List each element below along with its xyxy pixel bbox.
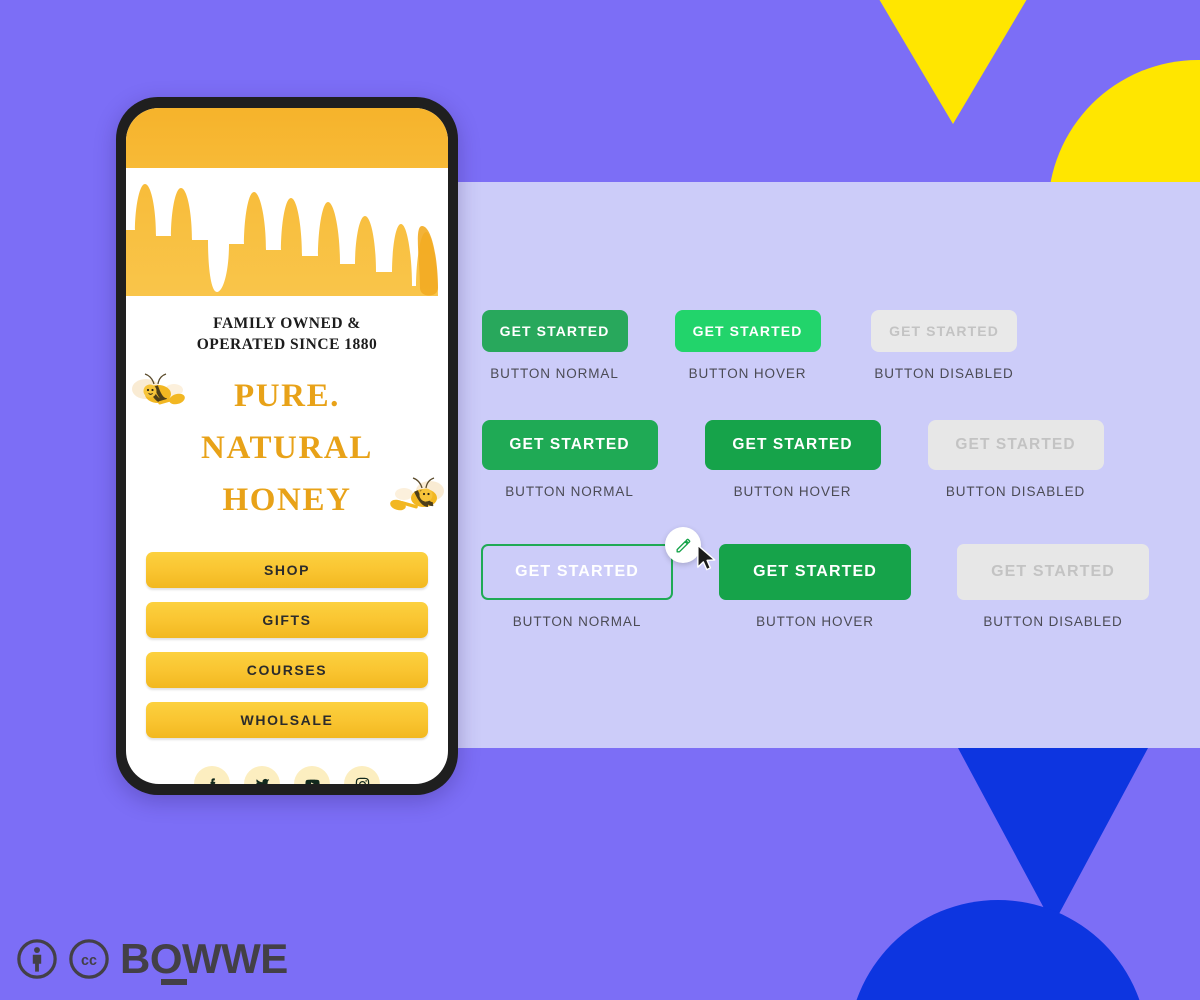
phone-tagline: FAMILY OWNED & OPERATED SINCE 1880 <box>126 314 448 356</box>
button-cell-normal: GET STARTED BUTTON NORMAL <box>458 544 696 629</box>
watermark-underline <box>161 979 187 985</box>
get-started-button-hover[interactable]: GET STARTED <box>719 544 911 600</box>
button-cell-hover: GET STARTED BUTTON HOVER <box>696 544 934 629</box>
button-cell-hover: GET STARTED BUTTON HOVER <box>651 310 844 381</box>
watermark-brand-text: BOWWE <box>120 935 288 982</box>
brand-line-2: NATURAL <box>201 429 373 466</box>
menu-item-courses[interactable]: COURSES <box>146 652 428 689</box>
tagline-line-1: FAMILY OWNED & <box>213 315 361 332</box>
get-started-button-normal[interactable]: GET STARTED <box>481 310 628 352</box>
get-started-button-hover[interactable]: GET STARTED <box>674 310 821 352</box>
button-caption-disabled: BUTTON DISABLED <box>945 484 1086 499</box>
bee-illustration-left <box>132 373 185 405</box>
facebook-link[interactable] <box>194 766 230 784</box>
get-started-button-hover[interactable]: GET STARTED <box>704 420 881 470</box>
instagram-link[interactable] <box>344 766 380 784</box>
youtube-icon <box>304 779 320 784</box>
phone-menu: SHOP GIFTS COURSES WHOLSALE <box>146 552 428 739</box>
creative-commons-icon: cc <box>69 939 109 979</box>
get-started-button-outlined[interactable]: GET STARTED <box>481 544 673 600</box>
button-caption-hover: BUTTON HOVER <box>756 614 874 629</box>
button-cell-normal: GET STARTED BUTTON NORMAL <box>458 310 651 381</box>
honey-drip-shape <box>126 168 448 298</box>
mouse-cursor-arrow <box>697 544 716 571</box>
menu-item-shop[interactable]: SHOP <box>146 552 428 589</box>
creative-commons-by-icon <box>17 939 57 979</box>
triangle-yellow-shape <box>876 0 1030 124</box>
instagram-icon <box>355 777 369 784</box>
menu-item-wholsale[interactable]: WHOLSALE <box>146 702 428 739</box>
button-caption-normal: BUTTON NORMAL <box>505 484 634 499</box>
button-cell-disabled: GET STARTED BUTTON DISABLED <box>904 420 1127 499</box>
menu-item-gifts[interactable]: GIFTS <box>146 602 428 639</box>
button-row-large: GET STARTED BUTTON NORMAL GET STARTED BU… <box>458 544 1200 629</box>
button-showcase: GET STARTED BUTTON NORMAL GET STARTED BU… <box>458 182 1200 748</box>
button-cell-disabled: GET STARTED BUTTON DISABLED <box>844 310 1044 381</box>
honey-drip-header <box>126 108 448 298</box>
brand-headline: PURE. NATURAL HONEY <box>126 370 448 526</box>
tagline-line-2: OPERATED SINCE 1880 <box>196 335 378 353</box>
get-started-button-normal[interactable]: GET STARTED <box>481 420 658 470</box>
get-started-button-disabled: GET STARTED <box>927 420 1104 470</box>
button-caption-disabled: BUTTON DISABLED <box>983 614 1123 629</box>
phone-screen: FAMILY OWNED & OPERATED SINCE 1880 PURE.… <box>126 108 448 784</box>
button-cell-disabled: GET STARTED BUTTON DISABLED <box>934 544 1172 629</box>
button-caption-normal: BUTTON NORMAL <box>490 366 619 381</box>
facebook-icon <box>210 778 215 784</box>
button-row-small: GET STARTED BUTTON NORMAL GET STARTED BU… <box>458 310 1200 381</box>
pencil-edit-icon <box>675 538 690 553</box>
button-row-medium: GET STARTED BUTTON NORMAL GET STARTED BU… <box>458 420 1200 499</box>
button-cell-hover: GET STARTED BUTTON HOVER <box>681 420 904 499</box>
twitter-link[interactable] <box>244 766 280 784</box>
watermark-brand: BOWWE <box>120 935 288 985</box>
bee-illustration-right <box>390 477 444 511</box>
screenshot-stage: GET STARTED BUTTON NORMAL GET STARTED BU… <box>0 0 1200 1000</box>
button-caption-disabled: BUTTON DISABLED <box>874 366 1014 381</box>
button-caption-hover: BUTTON HOVER <box>733 484 852 499</box>
twitter-icon <box>255 778 270 784</box>
button-cell-normal: GET STARTED BUTTON NORMAL <box>458 420 681 499</box>
phone-mockup: FAMILY OWNED & OPERATED SINCE 1880 PURE.… <box>116 97 458 795</box>
button-caption-normal: BUTTON NORMAL <box>512 614 642 629</box>
watermark: cc BOWWE <box>16 935 288 985</box>
social-links <box>126 766 448 784</box>
button-caption-hover: BUTTON HOVER <box>688 366 807 381</box>
get-started-button-disabled: GET STARTED <box>871 310 1017 352</box>
triangle-blue-shape <box>958 748 1148 925</box>
svg-text:cc: cc <box>81 953 97 969</box>
get-started-button-disabled: GET STARTED <box>957 544 1149 600</box>
youtube-link[interactable] <box>294 766 330 784</box>
